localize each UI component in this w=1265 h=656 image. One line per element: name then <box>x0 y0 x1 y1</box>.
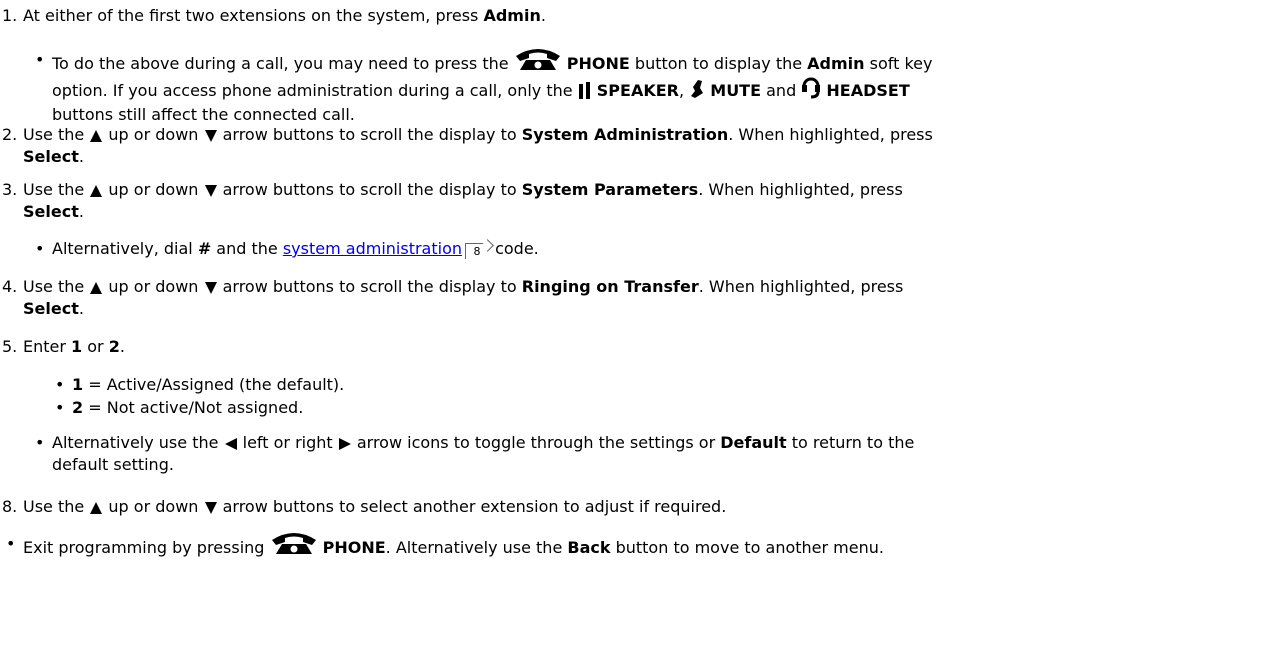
phone-icon <box>270 532 318 562</box>
admin-key-label: Admin <box>483 6 541 25</box>
up-arrow-icon <box>89 181 103 204</box>
page-reference[interactable]: 8 <box>465 239 494 259</box>
step-text: At either of the first two extensions on… <box>23 6 484 25</box>
up-arrow-icon <box>89 498 103 521</box>
instructions-page: 1. At either of the first two extensions… <box>0 0 1265 656</box>
up-arrow-icon <box>89 126 103 149</box>
down-arrow-icon <box>204 278 218 301</box>
down-arrow-icon <box>204 181 218 204</box>
phone-icon <box>514 48 562 78</box>
up-arrow-icon <box>89 278 103 301</box>
down-arrow-icon <box>204 126 218 149</box>
step-number: 1. <box>2 6 18 25</box>
speaker-icon <box>578 81 592 105</box>
mute-icon <box>689 79 705 105</box>
down-arrow-icon <box>204 498 218 521</box>
left-arrow-icon <box>224 434 238 457</box>
headset-icon <box>801 77 821 105</box>
system-administration-link[interactable]: system administration <box>283 239 462 258</box>
phone-button-label: PHONE <box>566 54 630 73</box>
right-arrow-icon <box>338 434 352 457</box>
